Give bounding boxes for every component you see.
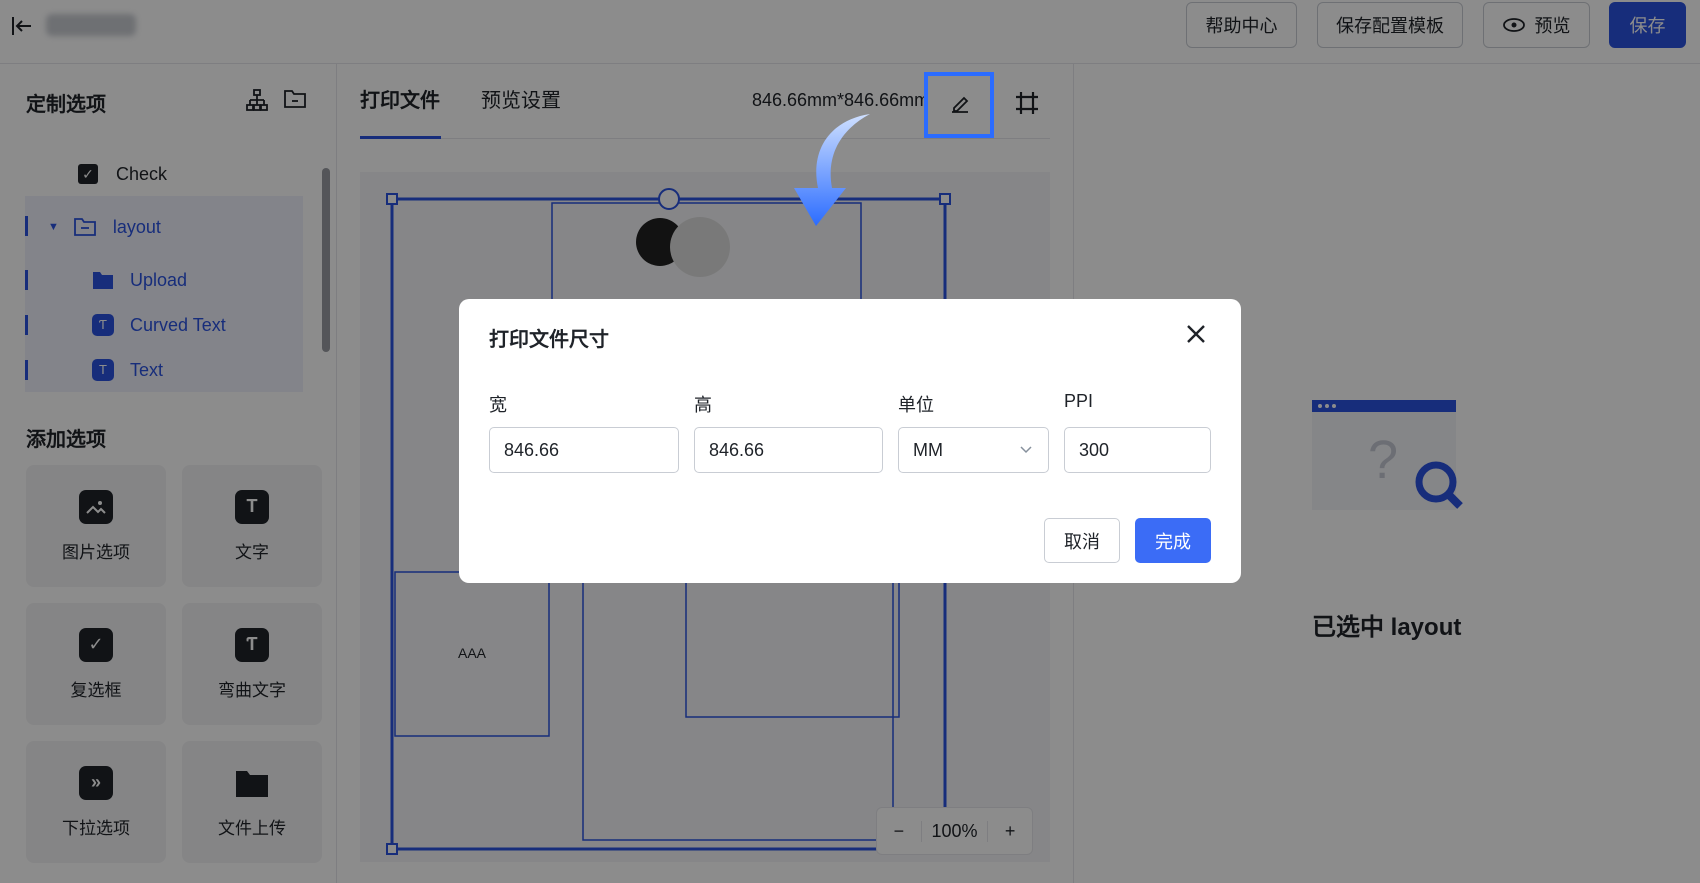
height-input[interactable]: 846.66 [694, 427, 883, 473]
height-label: 高 [694, 395, 712, 415]
close-icon[interactable] [1181, 319, 1211, 349]
print-size-dialog: 打印文件尺寸 宽 高 单位 PPI 846.66 846.66 MM 300 取… [459, 299, 1241, 583]
ppi-label: PPI [1064, 391, 1094, 411]
chevron-down-icon [1020, 446, 1032, 454]
confirm-button[interactable]: 完成 [1135, 518, 1211, 563]
width-label: 宽 [489, 395, 507, 415]
cancel-button[interactable]: 取消 [1044, 518, 1120, 563]
width-input[interactable]: 846.66 [489, 427, 679, 473]
pointer-arrow-icon [794, 114, 870, 226]
unit-select[interactable]: MM [898, 427, 1049, 473]
unit-select-value: MM [913, 439, 943, 460]
dialog-title: 打印文件尺寸 [489, 329, 609, 351]
ppi-input[interactable]: 300 [1064, 427, 1211, 473]
highlight-box [924, 72, 994, 138]
unit-label: 单位 [898, 395, 934, 415]
